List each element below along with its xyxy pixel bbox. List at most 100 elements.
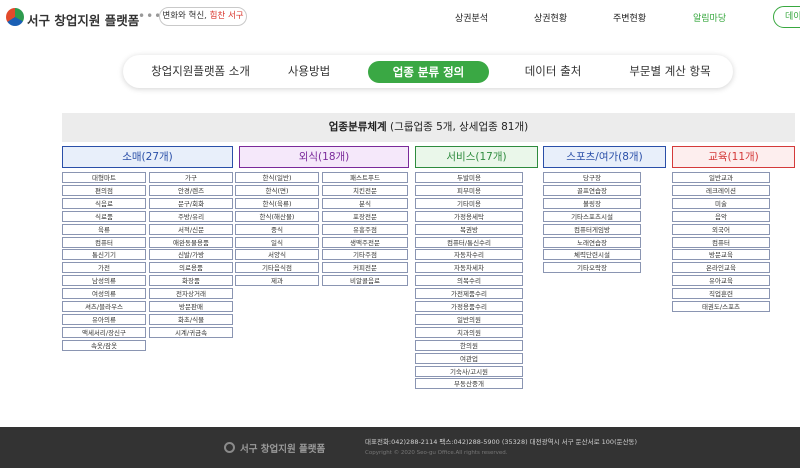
slogan-part2: 힘찬 서구 <box>209 11 244 21</box>
title-bold: 업종분류체계 <box>328 121 387 133</box>
category-count: (18개) <box>318 151 350 163</box>
nav-item-analysis[interactable]: 상권분석 <box>455 11 488 24</box>
category-item: 패스트푸드 <box>322 172 408 183</box>
tab-calculation-items[interactable]: 부문별 계산 항목 <box>620 55 720 88</box>
category-item: 한식(해산물) <box>235 210 319 222</box>
tab-industry-definition[interactable]: 업종 분류 정의 <box>368 61 489 83</box>
category-item: 유아교육 <box>672 275 770 287</box>
category-item: 피부미용 <box>415 184 523 196</box>
category-item: 셔츠/블라우스 <box>62 301 146 312</box>
category-item: 자동차수리 <box>415 249 523 261</box>
category-item: 가전제품수리 <box>415 288 523 300</box>
footer-contact: 대표전화:042)288-2114 팩스:042)288-5900 (35328… <box>365 438 638 446</box>
title-rest: (그룹업종 5개, 상세업종 81개) <box>386 121 529 133</box>
category-item: 커피전문 <box>322 262 408 274</box>
category-item: 기숙사/고시원 <box>415 365 523 377</box>
site-header: 서구 창업지원 플랫폼 ••• 변화와 혁신, 힘찬 서구 상권분석 상권현황 … <box>0 0 800 38</box>
tab-usage[interactable]: 사용방법 <box>275 55 343 88</box>
category-count: (27개) <box>141 151 173 163</box>
category-item: 유아의류 <box>62 313 146 325</box>
category-item: 속옷/잠옷 <box>62 339 146 351</box>
nav-item-surroundings[interactable]: 주변현황 <box>613 11 646 24</box>
category-item: 한의원 <box>415 339 523 351</box>
category-item: 통신기기 <box>62 249 146 261</box>
category-header-retail: 소매(27개) <box>62 146 233 168</box>
category-item: 치과의원 <box>415 326 523 338</box>
category-item: 중식 <box>235 223 319 235</box>
category-item: 체력단련시설 <box>543 249 641 261</box>
slogan-part1: 변화와 혁신, <box>162 11 207 21</box>
category-item: 일반의원 <box>415 313 523 325</box>
category-item: 가정용세탁 <box>415 210 523 222</box>
category-name: 서비스 <box>446 151 476 163</box>
category-item: 복권방 <box>415 223 523 235</box>
category-count: (8개) <box>618 151 643 163</box>
slogan-badge: 변화와 혁신, 힘찬 서구 <box>159 7 247 26</box>
category-item: 제과 <box>235 275 319 287</box>
category-item: 방문판매 <box>149 301 233 312</box>
category-count: (17개) <box>475 151 507 163</box>
data-button[interactable]: 데이 <box>773 6 800 28</box>
category-item: 골프연습장 <box>543 184 641 196</box>
category-item: 컴퓨터게임방 <box>543 223 641 235</box>
category-item: 기타주점 <box>322 249 408 261</box>
category-item: 여성의류 <box>62 288 146 300</box>
category-item: 육류 <box>62 223 146 235</box>
category-item: 두발미용 <box>415 172 523 183</box>
category-item: 전자상거래 <box>149 288 233 300</box>
category-item: 편의점 <box>62 184 146 196</box>
logo-text[interactable]: 서구 창업지원 플랫폼 <box>27 10 139 29</box>
category-item: 신발/가방 <box>149 249 233 261</box>
category-item: 기타미용 <box>415 197 523 209</box>
category-item: 남성의류 <box>62 275 146 287</box>
category-name: 소매 <box>122 151 142 163</box>
category-item: 가구 <box>149 172 233 183</box>
category-item: 한식(면) <box>235 184 319 196</box>
category-item: 의료용품 <box>149 262 233 274</box>
footer-copyright: Copyright © 2020 Seo-gu Office.All right… <box>365 450 508 456</box>
category-item: 화초/식물 <box>149 313 233 325</box>
category-item: 일반교과 <box>672 172 770 183</box>
category-item: 부동산중개 <box>415 378 523 390</box>
category-item: 방문교육 <box>672 249 770 261</box>
category-item: 기타오락장 <box>543 262 641 274</box>
category-header-sports: 스포츠/여가(8개) <box>543 146 666 168</box>
category-item: 온라인교육 <box>672 262 770 274</box>
nav-item-notice[interactable]: 알림마당 <box>693 11 726 24</box>
category-item: 태권도/스포츠 <box>672 301 770 312</box>
logo-icon[interactable] <box>6 8 24 26</box>
category-item: 레크레이션 <box>672 184 770 196</box>
intro-tabbar: 창업지원플랫폼 소개 사용방법 업종 분류 정의 데이터 출처 부문별 계산 항… <box>123 55 733 88</box>
category-item: 분식 <box>322 197 408 209</box>
tab-platform-intro[interactable]: 창업지원플랫폼 소개 <box>138 55 263 88</box>
category-item: 컴퓨터 <box>672 236 770 248</box>
category-item: 외국어 <box>672 223 770 235</box>
nav-item-status[interactable]: 상권현황 <box>534 11 567 24</box>
category-header-service: 서비스(17개) <box>415 146 538 168</box>
category-header-food: 외식(18개) <box>239 146 409 168</box>
footer-logo-icon <box>224 442 235 453</box>
site-footer: 서구 창업지원 플랫폼 대표전화:042)288-2114 팩스:042)288… <box>0 427 800 468</box>
category-header-education: 교육(11개) <box>672 146 795 168</box>
category-count: (11개) <box>727 151 759 163</box>
category-item: 컴퓨터 <box>62 236 146 248</box>
category-item: 치킨전문 <box>322 184 408 196</box>
category-item: 가정용품수리 <box>415 301 523 312</box>
category-name: 외식 <box>298 151 319 163</box>
category-item: 볼링장 <box>543 197 641 209</box>
category-item: 비알콜음료 <box>322 275 408 287</box>
category-name: 교육 <box>708 151 728 163</box>
tab-data-source[interactable]: 데이터 출처 <box>513 55 593 88</box>
category-item: 서양식 <box>235 249 319 261</box>
category-item: 기타음식점 <box>235 262 319 274</box>
category-item: 화장품 <box>149 275 233 287</box>
category-item: 시계/귀금속 <box>149 326 233 338</box>
category-item: 주방/유리 <box>149 210 233 222</box>
category-item: 한식(육류) <box>235 197 319 209</box>
category-item: 대형마트 <box>62 172 146 183</box>
category-item: 미술 <box>672 197 770 209</box>
category-item: 당구장 <box>543 172 641 183</box>
category-item: 식료품 <box>62 210 146 222</box>
category-item: 문구/회화 <box>149 197 233 209</box>
category-item: 컴퓨터/통신수리 <box>415 236 523 248</box>
